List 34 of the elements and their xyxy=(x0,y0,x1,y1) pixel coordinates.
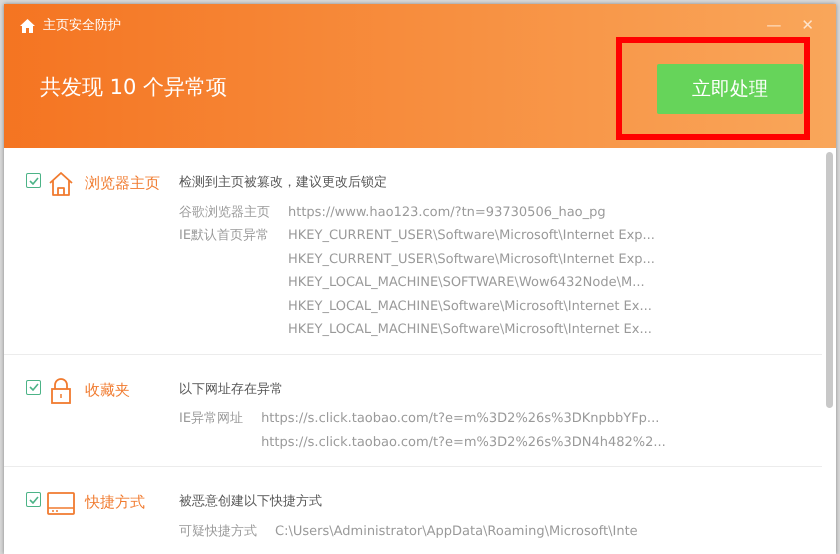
close-button[interactable]: ✕ xyxy=(795,18,820,34)
fix-now-button[interactable]: 立即处理 xyxy=(657,64,803,114)
checkbox[interactable] xyxy=(26,173,41,188)
detail-value: HKEY_CURRENT_USER\Software\Microsoft\Internet Exp... xyxy=(288,227,655,245)
detail-value: https://s.click.taobao.com/t?e=m%3D2%26s%3DN4h482%2... xyxy=(261,434,666,452)
detail-value: HKEY_LOCAL_MACHINE\Software\Microsoft\Internet Ex... xyxy=(288,298,653,316)
headline: 共发现 10 个异常项 xyxy=(40,74,228,101)
window-icon xyxy=(47,489,75,517)
detail-label: 可疑快捷方式 xyxy=(179,522,257,540)
minimize-button[interactable]: — xyxy=(760,18,788,34)
description: 被恶意创建以下快捷方式 xyxy=(179,493,323,511)
category-title: 快捷方式 xyxy=(85,492,146,513)
detail-value: HKEY_LOCAL_MACHINE\Software\Microsoft\Internet Ex... xyxy=(288,321,653,339)
detail-label: 谷歌浏览器主页 xyxy=(179,204,270,222)
detail-value: C:\Users\Administrator\AppData\Roaming\Microsoft\Inte xyxy=(275,522,638,540)
checkbox[interactable] xyxy=(26,380,41,394)
detail-value: HKEY_LOCAL_MACHINE\SOFTWARE\Wow6432Node\M... xyxy=(288,274,646,292)
window-title: 主页安全防护 xyxy=(43,17,121,35)
description: 检测到主页被篡改，建议更改后锁定 xyxy=(179,174,388,192)
home-icon xyxy=(20,18,35,33)
scrollbar[interactable] xyxy=(826,152,833,408)
check-icon xyxy=(28,496,38,504)
category-title: 收藏夹 xyxy=(85,380,131,400)
detail-value: https://www.hao123.com/?tn=93730506_hao_pg xyxy=(288,204,607,222)
category-title: 浏览器主页 xyxy=(85,173,161,194)
checkbox[interactable] xyxy=(26,492,41,507)
description: 以下网址存在异常 xyxy=(179,380,284,398)
check-icon xyxy=(28,176,38,184)
detail-value: https://s.click.taobao.com/t?e=m%3D2%26s%3DKnpbbYFp... xyxy=(261,410,660,428)
house-icon xyxy=(47,170,75,198)
check-icon xyxy=(28,383,38,391)
detail-value: HKEY_CURRENT_USER\Software\Microsoft\Internet Exp... xyxy=(288,250,655,268)
detail-label: IE异常网址 xyxy=(179,410,244,428)
detail-label: IE默认首页异常 xyxy=(179,227,270,245)
